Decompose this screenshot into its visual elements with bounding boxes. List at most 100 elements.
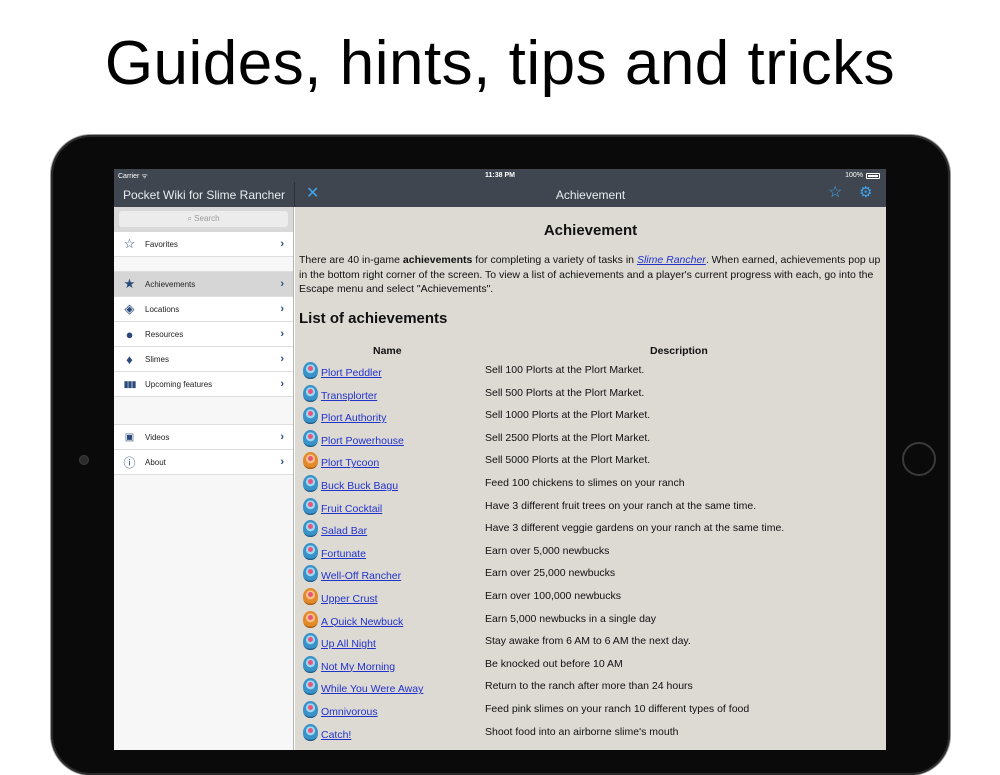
favorite-star-icon[interactable]: ☆ [828,185,842,201]
home-button[interactable] [902,442,936,476]
sidebar-item-videos[interactable]: ▣ Videos › [114,425,293,450]
sidebar-title: Pocket Wiki for Slime Rancher [122,188,286,202]
achievement-badge-icon [303,429,318,447]
achievement-name-link[interactable]: A Quick Newbuck [321,616,403,628]
achievement-name-link[interactable]: Well-Off Rancher [321,570,401,582]
achievement-badge-icon [303,362,318,379]
achievement-badge-icon [303,474,318,492]
chevron-right-icon: › [280,431,284,443]
achievement-name-link[interactable]: While You Were Away [321,683,423,695]
achievement-name-link[interactable]: Transplorter [321,390,377,402]
page-title: Achievement [543,222,638,239]
achievement-description: Return to the ranch after more than 24 h… [485,680,693,693]
achievement-badge-icon [303,655,318,673]
achievement-name-link[interactable]: Up All Night [321,638,376,650]
achievement-description: Have 3 different fruit trees on your ran… [485,499,757,512]
achievement-description: Earn 5,000 newbucks in a single day [485,612,657,625]
sidebar-item-achievements[interactable]: ★ Achievements › [114,272,293,297]
sidebar-item-resources[interactable]: ● Resources › [114,322,293,347]
achievement-name-link[interactable]: Salad Bar [321,525,367,537]
table-row: Fruit Cocktail Have 3 different fruit tre… [295,497,886,521]
achievement-badge-icon [303,678,318,696]
sidebar-item-label: Slimes [145,354,170,364]
achievement-description: Sell 100 Plorts at the Plort Market. [485,364,645,376]
achievement-name-link[interactable]: Fruit Cocktail [321,503,382,515]
achievement-name-link[interactable]: Plort Powerhouse [321,435,404,447]
table-row: Plort Powerhouse Sell 2500 Plorts at the … [295,429,886,453]
achievement-description: Earn over 5,000 newbucks [485,544,610,557]
achievement-name-link[interactable]: Catch! [321,729,351,741]
search-icon: ⌕ [187,214,192,223]
video-icon: ▣ [124,431,135,443]
achievement-description: Earn over 100,000 newbucks [485,589,622,602]
achievement-badge-icon [303,610,318,628]
sidebar-item-locations[interactable]: ◈ Locations › [114,297,293,322]
achievement-description: Sell 1000 Plorts at the Plort Market. [485,409,651,422]
table-row: Omnivorous Feed pink slimes on your ranch… [295,700,886,724]
achievement-name-link[interactable]: Upper Crust [321,593,378,605]
sidebar-item-label: Achievements [145,279,196,289]
chevron-right-icon: › [280,378,284,390]
intro-text-2: for completing a variety of tasks in [472,254,637,266]
achievement-description: Earn over 25,000 newbucks [485,567,616,580]
navigation-bar: Pocket Wiki for Slime Rancher ✕ Achievem… [114,182,886,207]
search-bar: ⌕ Search [114,207,293,232]
achievement-name-link[interactable]: Plort Tycoon [321,457,379,469]
chevron-right-icon: › [280,328,284,340]
sidebar-item-about[interactable]: ⓘ About › [114,450,293,475]
achievement-name-link[interactable]: Plort Peddler [321,367,382,379]
achievement-description: Sell 500 Plorts at the Plort Market. [485,386,645,399]
sidebar-item-upcoming-features[interactable]: ▮▮▮ Upcoming features › [114,372,293,397]
resource-icon: ● [125,326,134,342]
achievement-name-link[interactable]: Buck Buck Bagu [321,480,398,492]
sidebar-item-label: About [145,457,166,467]
star-icon: ★ [123,276,136,291]
table-row: Plort Peddler Sell 100 Plorts at the Plor… [295,362,886,385]
achievement-description: Feed 100 chickens to slimes on your ranc… [485,476,685,489]
achievement-description: Stay awake from 6 AM to 6 AM the next da… [485,635,691,648]
achievement-name-link[interactable]: Plort Authority [321,412,386,424]
article-content: Achievement There are 40 in-game achieve… [295,207,886,750]
achievement-name-link[interactable]: Omnivorous [321,706,378,718]
sidebar-item-label: Upcoming features [145,379,213,389]
settings-gear-icon[interactable]: ⚙ [859,185,872,201]
sidebar: ⌕ Search ☆ Favorites › ★ Achievements › … [114,207,294,750]
chevron-right-icon: › [280,238,284,250]
sidebar-item-label: Resources [145,329,184,339]
table-row: Up All Night Stay awake from 6 AM to 6 AM… [295,633,886,656]
table-row: Buck Buck Bagu Feed 100 chickens to slime… [295,474,886,498]
detail-nav-title: Achievement [555,188,626,202]
battery-indicator: 100% [845,172,880,179]
achievement-description: Shoot food into an airborne slime's mout… [485,725,679,738]
sidebar-item-label: Favorites [145,239,178,249]
slime-rancher-link[interactable]: Slime Rancher [637,254,706,266]
intro-bold-term: achievements [402,254,473,266]
achievement-badge-icon [303,384,318,402]
achievement-badge-icon [303,497,318,515]
table-row: A Quick Newbuck Earn 5,000 newbucks in a … [295,610,886,634]
table-row: While You Were Away Return to the ranch a… [295,678,886,701]
status-bar: Carrier ᯤ 11:38 PM 100% [114,169,886,182]
achievement-description: Feed pink slimes on your ranch 10 differ… [485,702,750,715]
sidebar-item-favorites[interactable]: ☆ Favorites › [114,232,293,257]
table-row: Fortunate Earn over 5,000 newbucks [295,542,886,566]
drop-icon: ♦ [126,351,133,367]
achievement-name-link[interactable]: Fortunate [321,548,366,560]
achievement-name-link[interactable]: Not My Morning [321,661,395,673]
app-screen: Carrier ᯤ 11:38 PM 100% Pocket Wiki for … [114,169,886,750]
sidebar-item-label: Videos [145,432,170,442]
achievement-badge-icon [303,700,318,718]
sidebar-item-slimes[interactable]: ♦ Slimes › [114,347,293,372]
search-input[interactable]: ⌕ Search [119,211,288,227]
battery-icon [866,172,880,179]
intro-paragraph: There are 40 in-game achievements for co… [299,253,884,297]
column-header-description: Description [650,345,708,357]
info-icon: ⓘ [123,455,136,470]
waveform-icon: ▮▮▮ [123,378,137,389]
section-gap [114,257,293,272]
achievement-description: Sell 5000 Plorts at the Plort Market. [485,454,651,467]
table-row: Catch! Shoot food into an airborne slime'… [295,723,886,747]
achievement-badge-icon [303,587,318,605]
table-row: Plort Authority Sell 1000 Plorts at the P… [295,407,886,430]
achievement-badge-icon [303,723,318,741]
